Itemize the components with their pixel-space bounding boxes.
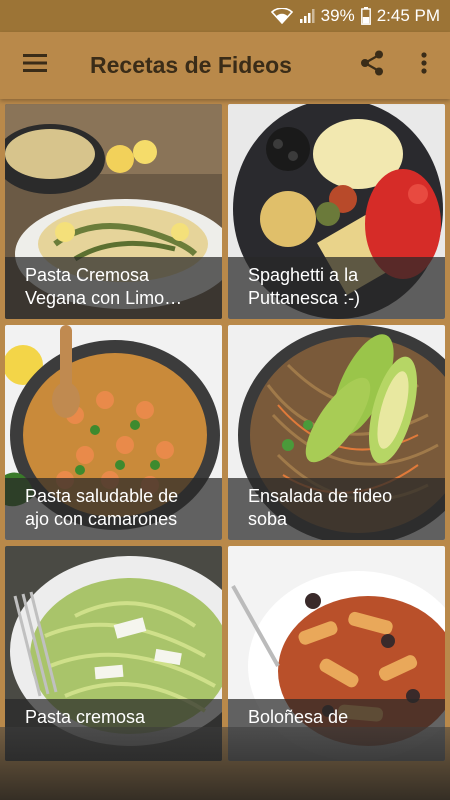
- more-options-button[interactable]: [398, 32, 450, 99]
- recipe-caption: Pasta Cremosa Vegana con Limo…: [5, 257, 222, 319]
- app-title: Recetas de Fideos: [90, 52, 292, 78]
- recipe-title-line2: Puttanesca :-): [248, 288, 361, 308]
- share-button[interactable]: [346, 32, 398, 99]
- more-vert-icon: [421, 52, 427, 79]
- recipe-title-line2: ajo con camarones: [25, 509, 178, 529]
- recipe-caption: Boloñesa de: [228, 699, 445, 761]
- wifi-icon: [270, 8, 293, 24]
- recipe-grid: Pasta Cremosa Vegana con Limo… Spaghetti…: [0, 99, 450, 800]
- recipe-card[interactable]: Ensalada de fideo soba: [228, 325, 445, 540]
- battery-percent: 39%: [320, 6, 355, 25]
- recipe-card[interactable]: Pasta Cremosa Vegana con Limo…: [5, 104, 222, 319]
- status-bar: 39% 2:45 PM: [0, 0, 450, 32]
- menu-button[interactable]: [0, 32, 70, 99]
- recipe-title-line1: Boloñesa de: [248, 707, 349, 727]
- recipe-title-line2: soba: [248, 509, 288, 529]
- menu-icon: [23, 54, 47, 77]
- signal-icon: [299, 8, 315, 24]
- recipe-caption: Spaghetti a la Puttanesca :-): [228, 257, 445, 319]
- recipe-title-line1: Pasta saludable de: [25, 486, 179, 506]
- recipe-title-line1: Pasta cremosa: [25, 707, 146, 727]
- recipe-caption: Ensalada de fideo soba: [228, 478, 445, 540]
- recipe-caption: Pasta saludable de ajo con camarones: [5, 478, 222, 540]
- app-bar: Recetas de Fideos: [0, 32, 450, 99]
- battery-icon: [360, 7, 371, 25]
- recipe-card[interactable]: Pasta cremosa: [5, 546, 222, 761]
- recipe-card[interactable]: Spaghetti a la Puttanesca :-): [228, 104, 445, 319]
- recipe-card[interactable]: Pasta saludable de ajo con camarones: [5, 325, 222, 540]
- recipe-title-line2: Vegana con Limo…: [25, 288, 183, 308]
- share-icon: [360, 50, 384, 81]
- recipe-title-line1: Spaghetti a la: [248, 265, 359, 285]
- recipe-title-line1: Ensalada de fideo: [248, 486, 393, 506]
- recipe-card[interactable]: Boloñesa de: [228, 546, 445, 761]
- recipe-title-line1: Pasta Cremosa: [25, 265, 150, 285]
- clock: 2:45 PM: [376, 6, 440, 25]
- recipe-caption: Pasta cremosa: [5, 699, 222, 761]
